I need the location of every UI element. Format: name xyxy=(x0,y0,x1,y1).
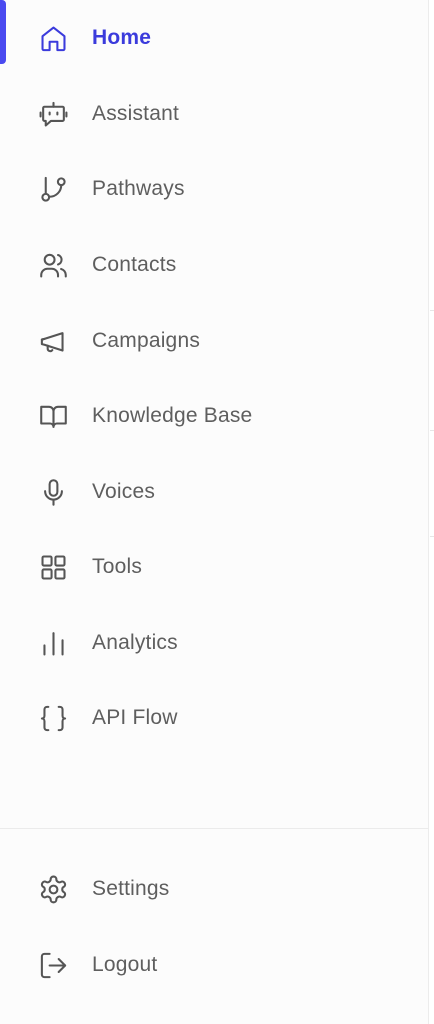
sidebar-item-knowledge-base[interactable]: Knowledge Base xyxy=(0,388,429,444)
content-divider xyxy=(430,310,434,311)
sidebar-item-home[interactable]: Home xyxy=(0,10,429,66)
sidebar-item-voices[interactable]: Voices xyxy=(0,464,429,520)
sidebar-item-label: Assistant xyxy=(92,102,179,125)
sidebar-item-analytics[interactable]: Analytics xyxy=(0,615,429,671)
git-branch-icon xyxy=(38,174,69,205)
content-divider xyxy=(430,430,434,431)
bar-chart-icon xyxy=(38,628,69,659)
sidebar-item-settings[interactable]: Settings xyxy=(0,861,429,917)
sidebar-item-api-flow[interactable]: API Flow xyxy=(0,690,429,746)
sidebar-item-pathways[interactable]: Pathways xyxy=(0,161,429,217)
sidebar-item-campaigns[interactable]: Campaigns xyxy=(0,313,429,369)
bot-icon xyxy=(38,99,69,130)
sidebar-item-label: Logout xyxy=(92,953,158,976)
book-open-icon xyxy=(38,401,69,432)
home-icon xyxy=(38,23,69,54)
sidebar-item-label: API Flow xyxy=(92,706,178,729)
gear-icon xyxy=(38,874,69,905)
sidebar: Home Assistant Pathways Contacts Campaig… xyxy=(0,0,429,1024)
sidebar-item-label: Settings xyxy=(92,877,170,900)
content-divider xyxy=(430,536,434,537)
megaphone-icon xyxy=(38,326,69,357)
sidebar-item-label: Knowledge Base xyxy=(92,404,253,427)
sidebar-item-label: Campaigns xyxy=(92,329,201,352)
logout-icon xyxy=(38,950,69,981)
sidebar-item-logout[interactable]: Logout xyxy=(0,937,429,993)
sidebar-divider xyxy=(0,828,429,829)
grid-icon xyxy=(38,552,69,583)
microphone-icon xyxy=(38,477,69,508)
main-content-edge xyxy=(429,0,434,1024)
sidebar-item-label: Analytics xyxy=(92,631,178,654)
app-window: Home Assistant Pathways Contacts Campaig… xyxy=(0,0,434,1024)
sidebar-item-tools[interactable]: Tools xyxy=(0,539,429,595)
overflow-menu-icon[interactable]: ⋮ xyxy=(430,160,434,172)
users-icon xyxy=(38,250,69,281)
sidebar-item-label: Voices xyxy=(92,480,156,503)
braces-icon xyxy=(38,703,69,734)
sidebar-item-assistant[interactable]: Assistant xyxy=(0,86,429,142)
sidebar-item-label: Tools xyxy=(92,555,143,578)
sidebar-item-contacts[interactable]: Contacts xyxy=(0,237,429,293)
sidebar-item-label: Home xyxy=(92,26,152,49)
sidebar-item-label: Contacts xyxy=(92,253,177,276)
sidebar-item-label: Pathways xyxy=(92,177,185,200)
